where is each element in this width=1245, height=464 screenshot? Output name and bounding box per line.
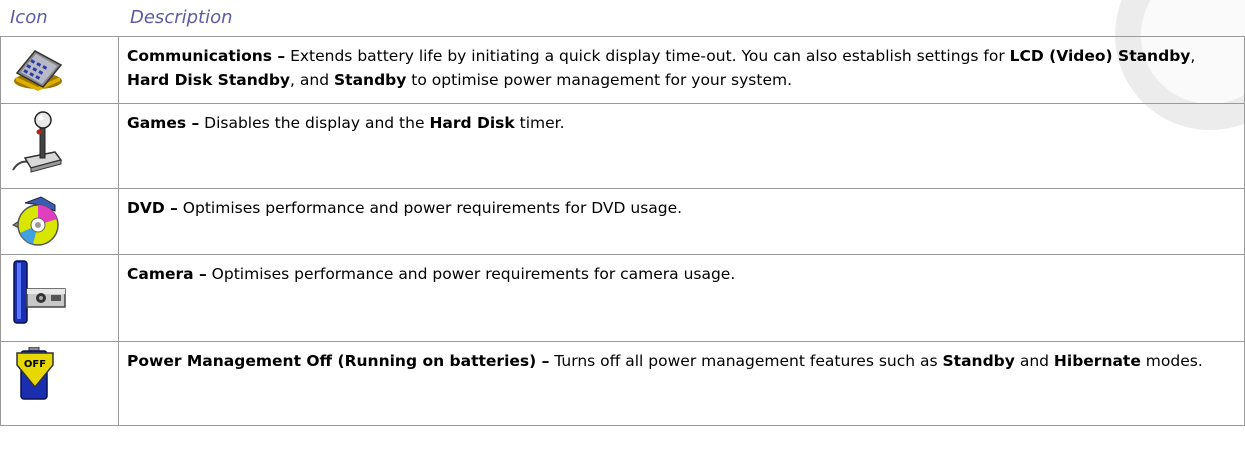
row-text: Turns off all power management features … (549, 352, 943, 370)
description-cell: Games – Disables the display and the Har… (118, 103, 1245, 189)
table-row-dvd: DVD – Optimises performance and power re… (0, 188, 1245, 255)
table-header: Icon Description (0, 0, 1245, 36)
icon-cell (0, 103, 119, 189)
icon-cell (0, 254, 119, 342)
row-bold-term: Standby (942, 352, 1015, 370)
row-bold-term: Hard Disk Standby (127, 71, 291, 89)
row-text: Extends battery life by initiating a qui… (285, 47, 1010, 65)
row-text: timer. (514, 114, 565, 132)
communications-icon (14, 50, 63, 91)
column-header-icon: Icon (10, 7, 48, 28)
off-label: OFF (24, 359, 46, 370)
table-row-camera: Camera – Optimises performance and power… (0, 254, 1245, 342)
row-text: Optimises performance and power requirem… (177, 199, 683, 217)
column-header-description: Description (130, 7, 233, 28)
power-management-off-battery-icon: OFF (16, 347, 54, 400)
description-cell: Communications – Extends battery life by… (118, 36, 1245, 104)
description-cell: Camera – Optimises performance and power… (118, 254, 1245, 342)
row-bold-term: Standby (334, 71, 407, 89)
row-bold-term: Hibernate (1053, 352, 1141, 370)
table-row-communications: Communications – Extends battery life by… (0, 36, 1245, 104)
row-text: , (1190, 47, 1196, 65)
row-title: Communications – (127, 47, 286, 65)
row-text: , and (290, 71, 334, 89)
power-scheme-table: Communications – Extends battery life by… (0, 36, 1245, 426)
row-bold-term: LCD (Video) Standby (1009, 47, 1191, 65)
row-title: Games – (127, 114, 200, 132)
icon-cell (0, 188, 119, 255)
row-text: modes. (1140, 352, 1203, 370)
row-bold-term: Hard Disk (429, 114, 515, 132)
icon-cell: OFF (0, 341, 119, 426)
dvd-disc-icon (12, 196, 59, 246)
table-row-power-management-off: OFF Power Management Off (Running on bat… (0, 341, 1245, 426)
table-row-games: Games – Disables the display and the Har… (0, 103, 1245, 189)
camera-icon (13, 260, 66, 324)
row-title: Power Management Off (Running on batteri… (127, 352, 550, 370)
row-text: to optimise power management for your sy… (406, 71, 793, 89)
row-text: Disables the display and the (199, 114, 430, 132)
row-text: Optimises performance and power requirem… (206, 265, 736, 283)
description-cell: DVD – Optimises performance and power re… (118, 188, 1245, 255)
games-joystick-icon (12, 111, 63, 173)
description-cell: Power Management Off (Running on batteri… (118, 341, 1245, 426)
row-title: DVD – (127, 199, 178, 217)
row-text: and (1014, 352, 1054, 370)
icon-cell (0, 36, 119, 104)
row-title: Camera – (127, 265, 207, 283)
